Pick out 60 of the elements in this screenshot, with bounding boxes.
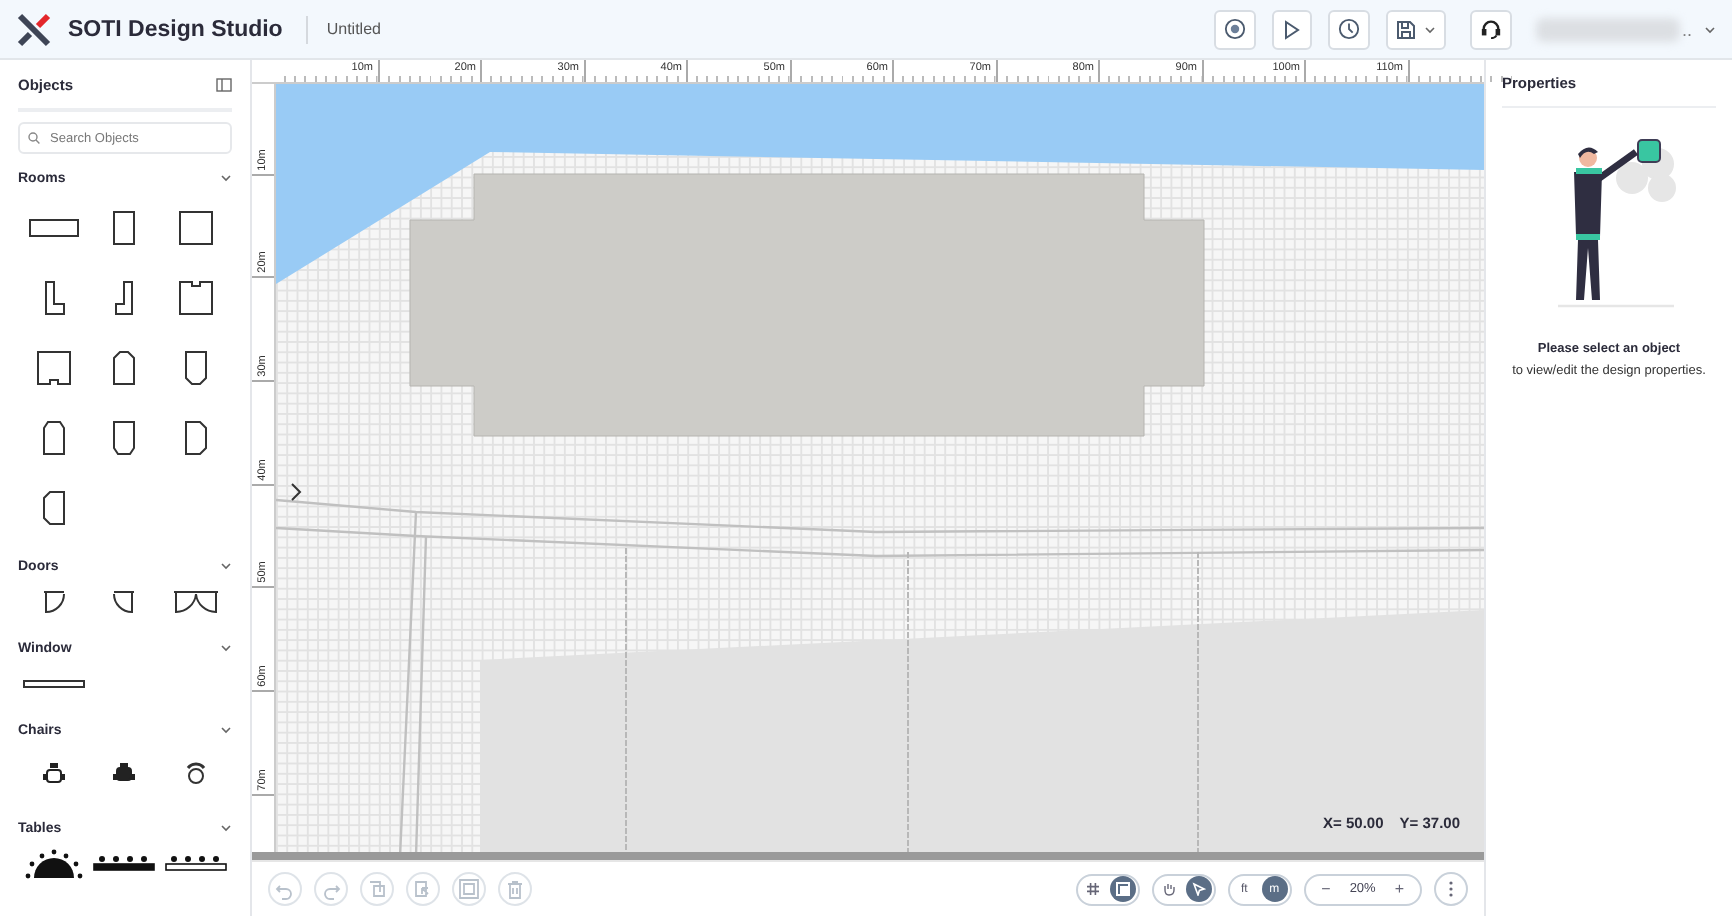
room-shape-icon[interactable] [39,279,68,315]
snap-icon [1115,882,1130,896]
room-shape-icon[interactable] [182,419,211,455]
door-icon[interactable] [112,590,137,614]
target-button[interactable] [1213,9,1256,49]
headset-icon [1479,18,1502,40]
door-icon[interactable] [172,590,221,614]
paste-icon [412,878,434,900]
zoom-in-button[interactable]: + [1388,880,1410,898]
zoom-out-button[interactable]: − [1315,880,1337,898]
select-all-icon [458,878,480,900]
room-shape-icon[interactable] [27,213,80,241]
grid-icon [1085,882,1100,896]
room-shape-icon[interactable] [110,209,139,245]
save-icon [1395,19,1416,39]
chevron-icon[interactable] [220,822,232,834]
chair-icon[interactable] [184,762,209,786]
window-icon[interactable] [21,678,86,690]
search-icon [28,132,40,144]
chevron-icon[interactable] [220,172,232,184]
delete-icon [504,878,526,900]
room-shape-icon[interactable] [178,209,215,245]
headset-button[interactable] [1469,9,1512,49]
pointer-icon [1191,882,1206,896]
chevron-icon[interactable] [1423,23,1436,35]
logo-icon [16,11,52,47]
room-shape-icon[interactable] [182,349,211,385]
save-button[interactable] [1385,9,1446,49]
room-shape-icon[interactable] [35,349,72,385]
copy-icon [366,878,388,900]
play-icon [1281,19,1302,39]
chevron-icon[interactable] [220,642,232,654]
room-shape-icon[interactable] [178,279,215,315]
target-icon [1223,18,1246,40]
select-tool[interactable] [1185,876,1212,902]
play-button[interactable] [1271,9,1312,49]
table-icon[interactable] [164,854,229,874]
door-icon[interactable] [41,590,66,614]
document-title: Untitled [306,15,381,43]
room-shape-icon[interactable] [110,349,139,385]
hand-icon [1161,882,1176,896]
sidebar-toggle-icon[interactable] [216,77,232,91]
snap-toggle[interactable] [1109,876,1136,902]
chevron-icon[interactable] [1704,23,1716,35]
chair-icon[interactable] [41,762,66,786]
clock-button[interactable] [1327,9,1370,49]
clock-icon [1337,18,1360,40]
horizontal-scrollbar[interactable] [252,852,1484,860]
room-shape-icon[interactable] [110,419,139,455]
room-shape-icon[interactable] [39,489,68,525]
app-name: SOTI Design Studio [68,17,283,41]
table-icon[interactable] [21,848,86,880]
room-shape-icon[interactable] [110,279,139,315]
room-shape-icon[interactable] [39,419,68,455]
chevron-icon[interactable] [220,560,232,572]
more-icon [1448,880,1454,898]
chair-icon[interactable] [112,762,137,786]
table-icon[interactable] [92,854,157,874]
chevron-icon[interactable] [220,724,232,736]
user-name-ellipsis: .. [1681,19,1692,39]
